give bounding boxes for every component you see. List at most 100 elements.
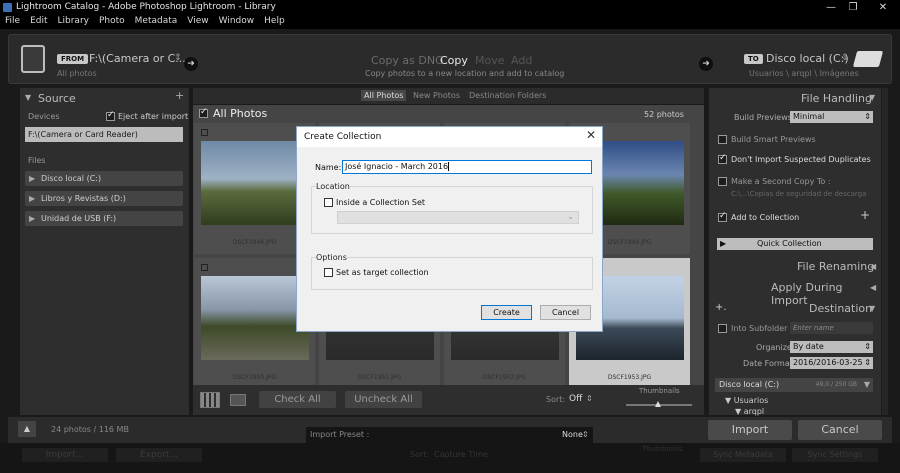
folder-arqpl[interactable]: ▼ arqpl <box>735 407 764 416</box>
sort-dim-label: Sort: <box>410 450 430 459</box>
cancel-button[interactable]: Cancel <box>540 305 591 320</box>
inside-collection-set-label: Inside a Collection Set <box>336 198 426 207</box>
organize-select[interactable]: By date ⇕ <box>790 341 873 353</box>
from-path[interactable]: F:\(Camera or C... <box>89 52 186 65</box>
to-path[interactable]: Disco local (C:) <box>766 52 849 65</box>
thumbnails-label: Thumbnails <box>639 387 680 395</box>
folder-usuarios[interactable]: ▼ Usuarios <box>725 396 768 405</box>
grid-tab-bar: All Photos New Photos Destination Folder… <box>193 88 704 104</box>
sync-metadata-dim-button: Sync Metadata <box>700 448 786 462</box>
import-preset-bar: Import Preset : None ⇕ <box>306 427 593 443</box>
collapse-triangle-icon[interactable]: ▼ <box>869 304 875 313</box>
collapse-triangle-icon[interactable]: ▼ <box>869 93 875 102</box>
to-subtitle: Usuarios \ arqpl \ Imágenes <box>749 69 859 78</box>
destination-title: Destination <box>809 302 873 315</box>
photo-count: 52 photos <box>644 110 684 119</box>
add-folder-icon[interactable]: +. <box>715 302 727 313</box>
tab-all-photos[interactable]: All Photos <box>361 90 407 101</box>
collection-name-input[interactable]: José Ignacio - March 2016 <box>342 160 592 174</box>
inside-collection-set-checkbox[interactable] <box>324 198 333 207</box>
drive-item[interactable]: ▶ Unidad de USB (F:) <box>25 211 183 226</box>
sort-label: Sort: <box>546 395 566 404</box>
collapse-up-icon[interactable]: ▲ <box>18 421 36 437</box>
mode-copy[interactable]: Copy <box>440 54 468 67</box>
sort-dropdown-icon[interactable]: ⇕ <box>586 394 593 403</box>
add-to-collection-checkbox[interactable] <box>718 211 727 222</box>
right-panel-scrollbar[interactable] <box>882 88 888 415</box>
dialog-close-icon[interactable]: ✕ <box>586 128 596 142</box>
import-button[interactable]: Import <box>708 420 792 440</box>
close-window-icon[interactable]: ✕ <box>870 0 896 15</box>
date-format-label: Date Format <box>743 359 793 368</box>
subfolder-name-input[interactable]: Enter name <box>790 322 873 334</box>
expand-triangle-icon[interactable]: ◀ <box>870 283 876 292</box>
dont-import-duplicates-checkbox[interactable] <box>718 153 727 164</box>
location-group <box>311 186 593 234</box>
arrow-right-icon[interactable]: ➜ <box>184 57 198 71</box>
import-dim-button: Import... <box>22 448 108 462</box>
date-format-select[interactable]: 2016/2016-03-25 ⇕ <box>790 357 873 369</box>
smart-previews-checkbox[interactable] <box>718 135 727 144</box>
set-target-checkbox[interactable] <box>324 268 333 277</box>
into-subfolder-label: Into Subfolder <box>731 324 788 333</box>
menu-file[interactable]: File <box>0 15 25 28</box>
all-photos-checkbox[interactable] <box>199 107 208 118</box>
mode-copy-as-dng[interactable]: Copy as DNG <box>371 54 444 67</box>
build-previews-select[interactable]: Minimal ⇕ <box>790 111 873 123</box>
collapse-triangle-icon[interactable]: ▼ <box>25 93 31 102</box>
create-button[interactable]: Create <box>481 305 532 320</box>
into-subfolder-checkbox[interactable] <box>718 324 727 333</box>
tab-new-photos[interactable]: New Photos <box>413 91 460 100</box>
menu-window[interactable]: Window <box>214 15 260 28</box>
build-previews-label: Build Previews <box>734 113 792 122</box>
to-dropdown-icon[interactable]: ⇕ <box>841 53 849 63</box>
add-collection-icon[interactable]: + <box>860 208 870 222</box>
title-bar: Lightroom Catalog - Adobe Photoshop Ligh… <box>0 0 900 15</box>
capture-time-dim: Capture Time <box>434 450 488 459</box>
to-tag: TO <box>744 54 763 64</box>
from-dropdown-icon[interactable]: ⇕ <box>174 53 182 63</box>
organize-label: Organize <box>756 343 792 352</box>
menu-edit[interactable]: Edit <box>25 15 52 28</box>
quick-collection-item[interactable]: ▶ Quick Collection <box>717 238 873 250</box>
menu-metadata[interactable]: Metadata <box>130 15 183 28</box>
thumbnail-slider-handle[interactable] <box>655 401 661 407</box>
menu-photo[interactable]: Photo <box>94 15 130 28</box>
drive-item[interactable]: ▶ Libros y Revistas (D:) <box>25 191 183 206</box>
import-preset-label: Import Preset : <box>310 430 370 439</box>
all-photos-label: All Photos <box>213 107 268 120</box>
device-card-reader[interactable]: F:\(Camera or Card Reader) <box>25 127 183 142</box>
destination-disk-item[interactable]: Disco local (C:) 49,0 / 250 GB ▼ <box>715 378 873 392</box>
mode-move[interactable]: Move <box>475 54 505 67</box>
expand-triangle-icon[interactable]: ◀ <box>870 262 876 271</box>
sync-settings-dim-button: Sync Settings <box>792 448 878 462</box>
add-source-icon[interactable]: + <box>175 89 184 102</box>
sort-value[interactable]: Off <box>569 394 582 404</box>
file-renaming-title[interactable]: File Renaming <box>797 260 874 273</box>
import-header: FROM F:\(Camera or C... ⇕ All photos ➜ C… <box>8 34 892 84</box>
preset-dropdown-icon[interactable]: ⇕ <box>582 430 589 439</box>
menu-help[interactable]: Help <box>259 15 290 28</box>
from-tag: FROM <box>57 54 89 64</box>
maximize-icon[interactable]: ❐ <box>840 0 866 15</box>
arrow-right-icon[interactable]: ➜ <box>699 57 713 71</box>
photo-checkbox[interactable] <box>201 264 208 271</box>
uncheck-all-button[interactable]: Uncheck All <box>345 391 422 408</box>
drive-item[interactable]: ▶ Disco local (C:) <box>25 171 183 186</box>
eject-checkbox[interactable] <box>106 110 115 121</box>
import-preset-value[interactable]: None <box>562 430 583 439</box>
collection-set-dropdown[interactable]: ⌄ <box>337 211 579 224</box>
menu-library[interactable]: Library <box>53 15 94 28</box>
filmstrip-toolbar: Import... Export... Sort: Capture Time T… <box>0 443 900 473</box>
cancel-import-button[interactable]: Cancel <box>798 420 882 440</box>
menu-bar: File Edit Library Photo Metadata View Window He… <box>0 15 900 29</box>
second-copy-path[interactable]: C:\...\Copias de seguridad de descarga <box>731 190 866 198</box>
second-copy-checkbox[interactable] <box>718 177 727 186</box>
loupe-view-icon[interactable] <box>230 394 246 406</box>
grid-view-icon[interactable] <box>200 392 220 408</box>
check-all-button[interactable]: Check All <box>259 391 336 408</box>
mode-add[interactable]: Add <box>511 54 532 67</box>
photo-checkbox[interactable] <box>201 129 208 136</box>
tab-destination-folders[interactable]: Destination Folders <box>469 91 546 100</box>
menu-view[interactable]: View <box>182 15 213 28</box>
